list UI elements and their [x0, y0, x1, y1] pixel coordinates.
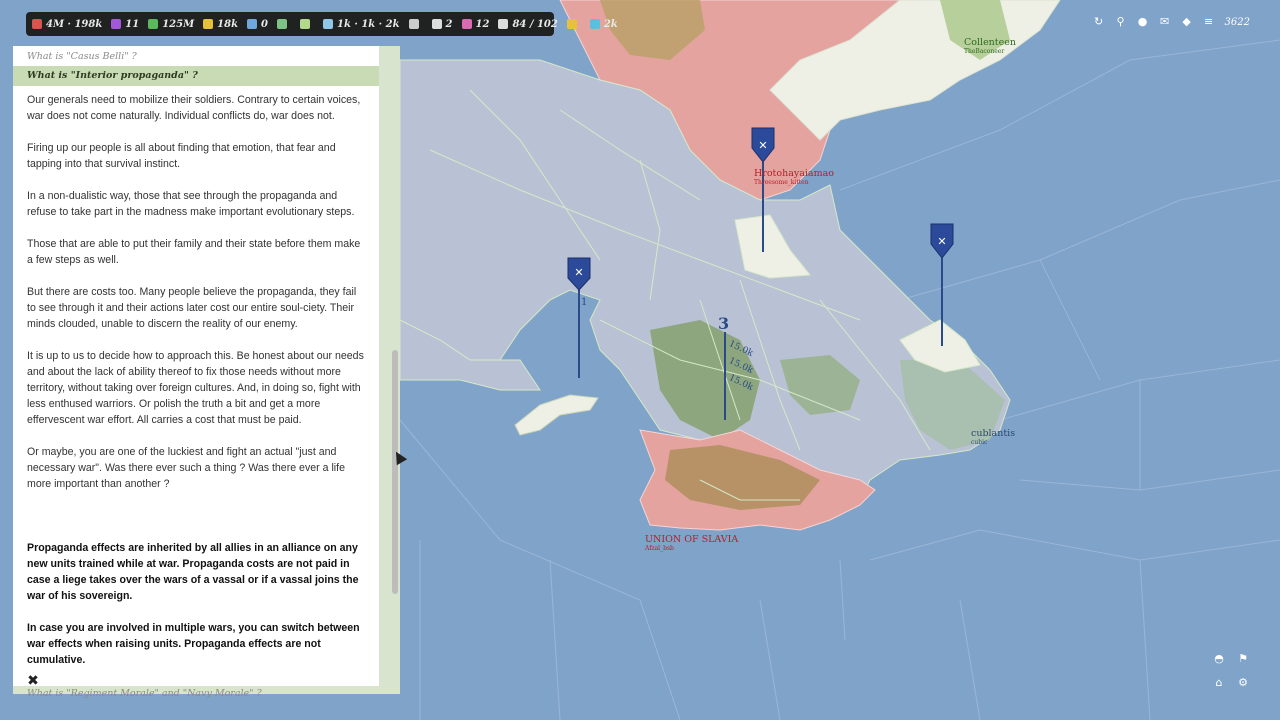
resource-item[interactable] — [299, 19, 314, 29]
territory-name: Collenteen — [964, 37, 1016, 48]
flag-icon[interactable]: ⚑ — [1237, 653, 1249, 665]
top-toolbar: ↻ ⚲ ● ✉ ◆ ≡ 3622 — [1093, 16, 1250, 28]
resource-item[interactable]: 2k — [589, 18, 618, 30]
shield-icon — [32, 19, 42, 29]
answer-paragraph: Those that are able to put their family … — [27, 238, 361, 266]
territory-label-collenteen[interactable]: Collenteen TheBaconeer — [964, 37, 1016, 55]
faq-question-interior-propaganda[interactable]: What is "Interior propaganda" ? — [13, 66, 379, 86]
resource-value: 18k — [217, 18, 239, 30]
faq-answer: Our generals need to mobilize their sold… — [13, 86, 379, 668]
territory-owner: cubic — [971, 439, 988, 446]
resource-item[interactable]: 84 / 102 — [498, 18, 558, 30]
bottom-tools-left: ◓ ⌂ — [1213, 653, 1225, 689]
territory-label-cublantis[interactable]: cublantis cubic — [971, 428, 1015, 446]
settings-icon[interactable]: ⚙ — [1237, 677, 1249, 689]
diamond-icon — [589, 19, 600, 29]
svg-text:✕: ✕ — [758, 139, 767, 152]
search-icon[interactable]: ⚲ — [1115, 16, 1127, 28]
bank-icon[interactable]: ⌂ — [1213, 677, 1225, 689]
army-1-number: 1 — [581, 297, 588, 308]
faq-content[interactable]: What is "Casus Belli" ? What is "Interio… — [13, 46, 379, 686]
answer-paragraph: It is up to us to decide how to approach… — [27, 350, 364, 426]
territory-label-union-of-slavia[interactable]: UNION OF SLAVIA Afzal_bsb — [645, 534, 738, 552]
army-3-number: 3 — [718, 314, 730, 333]
resource-value: 125M — [162, 18, 195, 30]
answer-paragraph: Or maybe, you are one of the luckiest an… — [27, 446, 345, 490]
bulb-icon — [322, 19, 333, 29]
network-icon — [498, 19, 509, 29]
chat-icon[interactable]: ● — [1137, 16, 1149, 28]
trophy-icon — [566, 19, 577, 29]
territory-label-hrotohayaiamao[interactable]: Hrotohayaiamao Threesome_kitten — [754, 168, 834, 186]
resource-item[interactable] — [408, 19, 423, 29]
territory-name: Hrotohayaiamao — [754, 168, 834, 179]
resource-value: 2 — [445, 18, 453, 30]
bottom-tools-right: ⚑ ⚙ — [1237, 653, 1249, 689]
faq-question-casus-belli[interactable]: What is "Casus Belli" ? — [13, 46, 379, 66]
scroll-icon — [299, 19, 310, 29]
resource-item[interactable]: 125M — [148, 19, 194, 30]
faq-panel: What is "Casus Belli" ? What is "Interio… — [13, 46, 400, 694]
resource-item[interactable] — [566, 19, 581, 29]
resource-value: 0 — [261, 18, 268, 30]
map-icon — [431, 19, 442, 29]
leaf-icon — [148, 19, 159, 29]
resource-value: 11 — [125, 18, 140, 30]
answer-paragraph: Firing up our people is all about findin… — [27, 142, 336, 170]
territory-owner: Threesome_kitten — [754, 179, 809, 186]
resource-value: 12 — [475, 18, 490, 30]
menu-icon[interactable]: ≡ — [1203, 16, 1215, 28]
resource-item[interactable]: 11 — [111, 19, 139, 30]
close-panel-icon[interactable]: ✖ — [25, 673, 41, 689]
resource-item[interactable]: 2 — [431, 18, 453, 30]
resource-bar: 4M · 198k 11 125M 18k 0 1k · 1k · 2k 2 12 84 / 1… — [26, 12, 618, 36]
helmet-icon[interactable]: ◓ — [1213, 653, 1225, 665]
coin-icon — [203, 19, 214, 29]
resource-item[interactable]: 4M · 198k — [32, 19, 102, 30]
notification-icon[interactable]: ◆ — [1181, 16, 1193, 28]
territory-owner: TheBaconeer — [964, 48, 1005, 55]
compass-icon — [408, 19, 419, 29]
refresh-icon[interactable]: ↻ — [1093, 16, 1105, 28]
ship-icon — [461, 19, 472, 29]
resource-value: 4M · 198k — [46, 18, 103, 30]
crest-icon — [276, 19, 287, 29]
answer-paragraph: In a non-dualistic way, those that see t… — [27, 190, 355, 218]
resource-value: 2k — [603, 18, 618, 30]
player-counter: 3622 — [1224, 16, 1250, 28]
resource-item[interactable]: 12 — [461, 18, 490, 30]
resource-item[interactable]: 0 — [247, 19, 268, 30]
mail-icon[interactable]: ✉ — [1159, 16, 1171, 28]
answer-paragraph: Our generals need to mobilize their sold… — [27, 94, 361, 122]
resource-item[interactable] — [276, 19, 291, 29]
resource-value: 84 / 102 — [512, 18, 558, 30]
panel-scrollbar[interactable] — [392, 350, 398, 594]
answer-paragraph: But there are costs too. Many people bel… — [27, 286, 357, 330]
territory-owner: Afzal_bsb — [645, 545, 674, 552]
svg-text:✕: ✕ — [574, 266, 583, 279]
territory-name: cublantis — [971, 428, 1016, 439]
resource-value: 1k · 1k · 2k — [336, 18, 400, 30]
faq-question-regiment-morale[interactable]: What is "Regiment Morale" and "Navy Mora… — [27, 688, 262, 699]
answer-rule: Propaganda effects are inherited by all … — [27, 542, 359, 602]
resource-item[interactable]: 1k · 1k · 2k — [322, 18, 400, 30]
territory-name: UNION OF SLAVIA — [645, 534, 739, 545]
gem-icon — [247, 19, 258, 29]
svg-text:✕: ✕ — [937, 235, 946, 248]
flame-icon — [111, 19, 122, 29]
resource-item[interactable]: 18k — [203, 19, 238, 30]
answer-rule: In case you are involved in multiple war… — [27, 622, 360, 666]
